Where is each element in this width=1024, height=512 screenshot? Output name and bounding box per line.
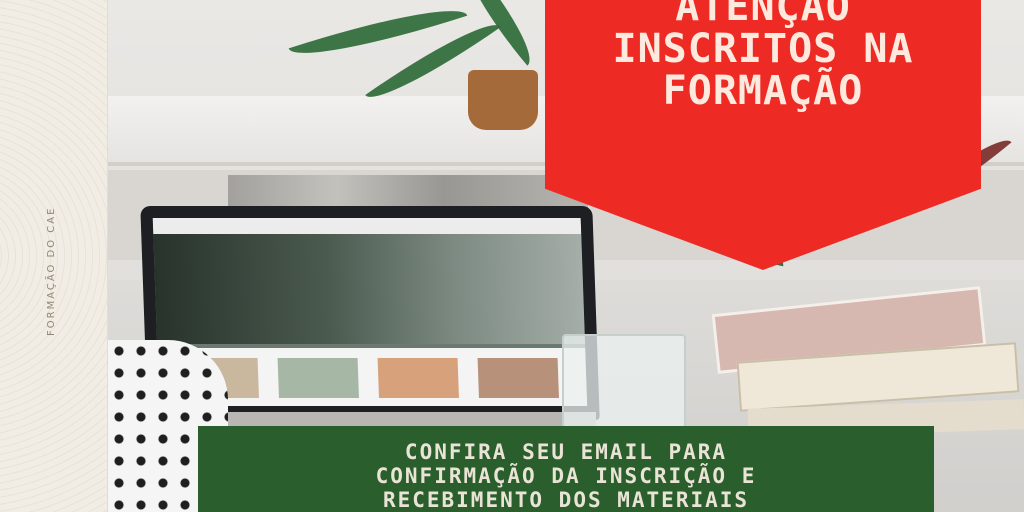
email-notice: CONFIRA SEU EMAIL PARA CONFIRMAÇÃO DA IN… (198, 426, 934, 512)
website-card (477, 358, 559, 398)
poster: FORMAÇÃO DO CAE ATENÇÃO INSCRITOS NA FOR… (0, 0, 1024, 512)
plant-leaf (450, 0, 546, 66)
notice-line: CONFIRMAÇÃO DA INSCRIÇÃO E (375, 464, 757, 488)
banner-line: ATENÇÃO (675, 0, 851, 30)
side-caption: FORMAÇÃO DO CAE (46, 206, 57, 336)
banner-line: INSCRITOS NA (612, 26, 914, 72)
banner-line: FORMAÇÃO (662, 68, 864, 114)
notice-line: CONFIRA SEU EMAIL PARA (404, 440, 728, 464)
browser-bar (152, 218, 582, 234)
side-strip: FORMAÇÃO DO CAE (0, 0, 108, 512)
website-hero (153, 234, 586, 344)
plant-pot (468, 70, 538, 130)
website-card (277, 358, 359, 398)
website-card (377, 358, 459, 398)
water-glass (562, 334, 686, 434)
notice-line: RECEBIMENTO DOS MATERIAIS (382, 488, 750, 512)
